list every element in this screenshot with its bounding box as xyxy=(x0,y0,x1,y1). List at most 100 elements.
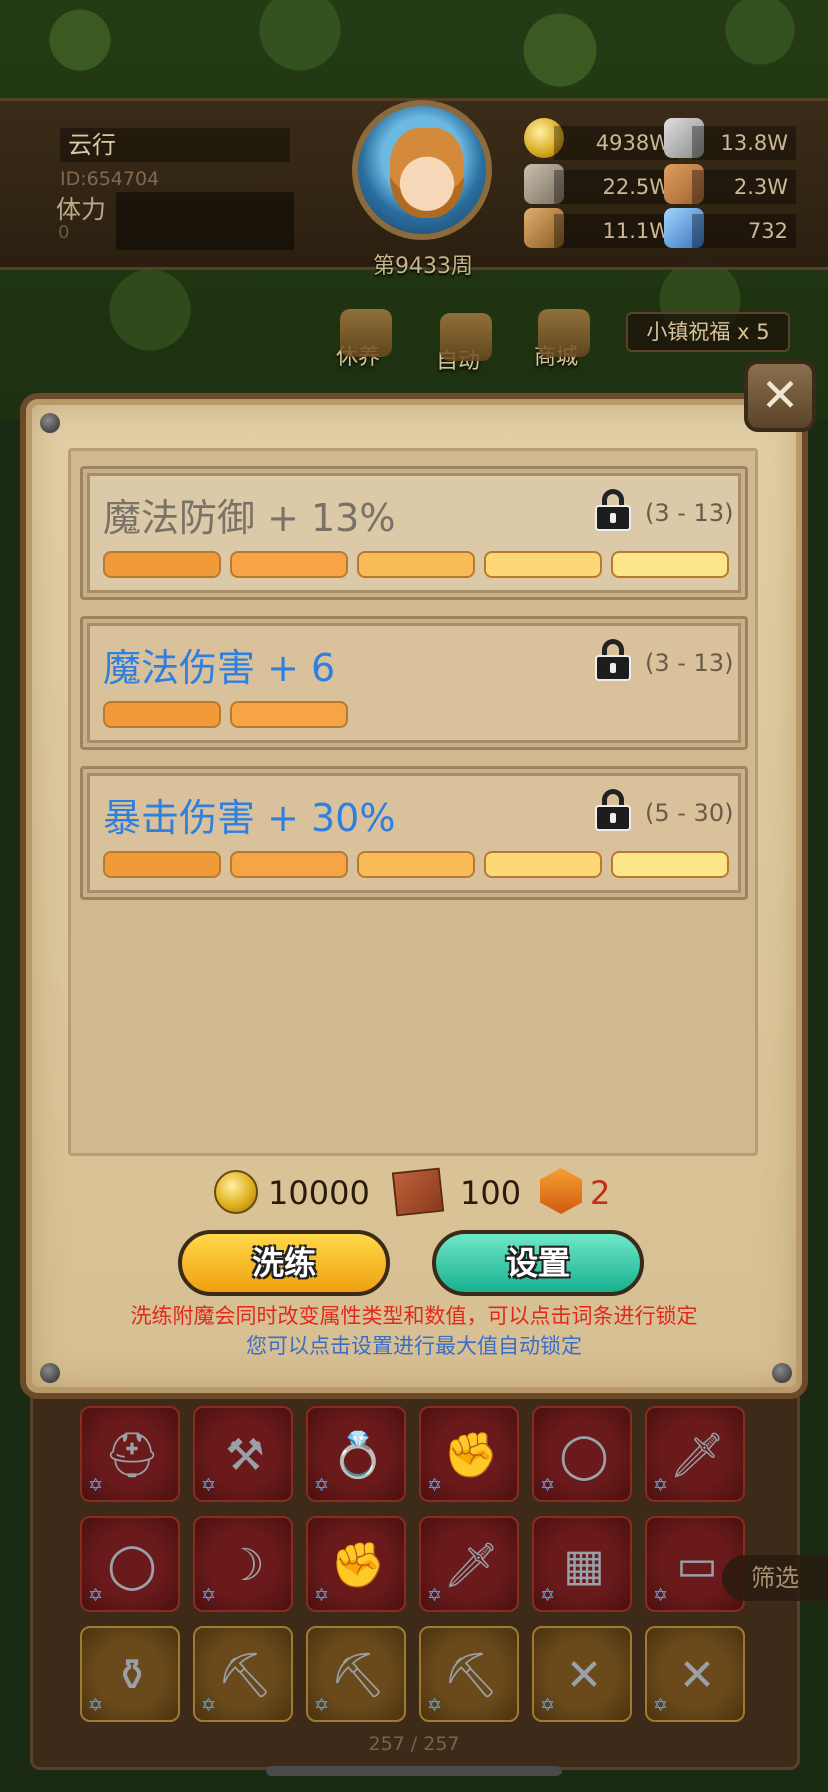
lock-icon[interactable] xyxy=(595,639,631,681)
stamina-label: 体力 xyxy=(56,195,107,224)
level-bar-segment xyxy=(103,701,221,728)
gem-icon xyxy=(540,1168,582,1214)
inventory-slot[interactable]: ✊ ✡ xyxy=(419,1406,519,1502)
crossed-blades-icon: ✕ xyxy=(565,1650,603,1701)
scythe-icon: ☽ xyxy=(225,1540,265,1591)
refine-hint-warning: 洗练附魔会同时改变属性类型和数值，可以点击词条进行锁定 xyxy=(130,1304,698,1328)
star-badge-icon: ✡ xyxy=(540,1475,556,1496)
dagger-icon: 🗡 xyxy=(669,1430,725,1481)
attribute-level-bars xyxy=(103,701,733,731)
resource-value: 22.5W xyxy=(554,170,678,204)
star-badge-icon: ✡ xyxy=(201,1585,217,1606)
level-bar-segment xyxy=(484,851,602,878)
filter-button[interactable]: 筛选 xyxy=(722,1555,828,1601)
inventory-slot[interactable]: ◯ ✡ xyxy=(532,1406,632,1502)
resource-value: 13.8W xyxy=(692,126,796,160)
crossed-blades-icon: ✕ xyxy=(678,1650,716,1701)
level-bar-segment xyxy=(230,851,348,878)
star-badge-icon: ✡ xyxy=(314,1475,330,1496)
attribute-range: (5 - 30) xyxy=(645,799,734,827)
inventory-slot[interactable]: ▦ ✡ xyxy=(532,1516,632,1612)
rivet-icon xyxy=(772,1363,792,1383)
attribute-card-0[interactable]: 魔法防御 + 13% (3 - 13) xyxy=(80,466,748,600)
star-badge-icon: ✡ xyxy=(201,1695,217,1716)
bracer-icon: ▭ xyxy=(676,1540,718,1591)
town-blessing-badge[interactable]: 小镇祝福 x 5 xyxy=(626,312,790,352)
resource-value: 11.1W xyxy=(554,214,678,248)
close-button[interactable]: ✕ xyxy=(744,360,816,432)
player-id: ID:654704 xyxy=(60,168,160,190)
inventory-page-count: 257 / 257 xyxy=(368,1733,460,1755)
refine-button[interactable]: 洗练 xyxy=(178,1230,390,1296)
inventory-slot[interactable]: ✊ ✡ xyxy=(306,1516,406,1612)
level-bar-segment xyxy=(230,551,348,578)
spellbook-icon: ▦ xyxy=(563,1540,605,1591)
level-bar-segment xyxy=(357,551,475,578)
scroll-icon xyxy=(391,1167,445,1217)
star-badge-icon: ✡ xyxy=(427,1695,443,1716)
attribute-card-1[interactable]: 魔法伤害 + 6 (3 - 13) xyxy=(80,616,748,750)
auto-icon xyxy=(440,313,492,361)
level-bar-segment xyxy=(484,551,602,578)
scroll-cost: 100 xyxy=(460,1174,522,1212)
star-badge-icon: ✡ xyxy=(314,1585,330,1606)
pickaxe-icon: ⛏ xyxy=(443,1650,499,1701)
inventory-slot[interactable]: ✕ ✡ xyxy=(532,1626,632,1722)
inventory-slot[interactable]: ⛏ ✡ xyxy=(419,1626,519,1722)
level-bar-segment xyxy=(230,701,348,728)
inventory-slot[interactable]: ⛑ ✡ xyxy=(80,1406,180,1502)
inventory-slot[interactable]: 🗡 ✡ xyxy=(419,1516,519,1612)
inventory-slot[interactable]: ⛏ ✡ xyxy=(306,1626,406,1722)
resource-value: 732 xyxy=(692,214,796,248)
menu-auto[interactable]: 自动 xyxy=(436,313,492,375)
refine-cost-row: 10000 100 2 xyxy=(0,1167,828,1218)
star-badge-icon: ✡ xyxy=(653,1695,669,1716)
pickaxe-icon: ⛏ xyxy=(330,1650,386,1701)
inventory-slot[interactable]: 🗡 ✡ xyxy=(645,1406,745,1502)
home-indicator[interactable] xyxy=(266,1766,562,1776)
rivet-icon xyxy=(40,413,60,433)
week-label: 第9433周 xyxy=(373,254,473,279)
refine-hint-info: 您可以点击设置进行最大值自动锁定 xyxy=(246,1334,582,1358)
inventory-slot[interactable]: ⛏ ✡ xyxy=(193,1626,293,1722)
star-badge-icon: ✡ xyxy=(314,1695,330,1716)
hero-portrait-icon xyxy=(390,128,464,218)
star-badge-icon: ✡ xyxy=(540,1585,556,1606)
star-badge-icon: ✡ xyxy=(653,1585,669,1606)
ring-icon: ◯ xyxy=(559,1430,609,1481)
star-badge-icon: ✡ xyxy=(427,1585,443,1606)
star-badge-icon: ✡ xyxy=(88,1475,104,1496)
star-badge-icon: ✡ xyxy=(427,1475,443,1496)
player-name: 云行 xyxy=(60,128,290,162)
gold-cost: 10000 xyxy=(268,1174,370,1212)
crossed-swords-icon: ✕ xyxy=(760,368,800,422)
lock-icon[interactable] xyxy=(595,789,631,831)
inventory-slot[interactable]: ◯ ✡ xyxy=(80,1516,180,1612)
star-badge-icon: ✡ xyxy=(88,1585,104,1606)
settings-button[interactable]: 设置 xyxy=(432,1230,644,1296)
attribute-range: (3 - 13) xyxy=(645,499,734,527)
gauntlet-icon: ✊ xyxy=(330,1540,386,1591)
menu-rest[interactable]: 休养 xyxy=(336,309,392,371)
rest-icon xyxy=(340,309,392,357)
level-bar-segment xyxy=(103,551,221,578)
gem-ring-icon: 💍 xyxy=(330,1430,386,1481)
inventory-slot[interactable]: ☽ ✡ xyxy=(193,1516,293,1612)
player-info: 云行 ID:654704 体力 0 ⚡⚡⚡⚡⚡ ⚡⚡⚡⚡⚡ xyxy=(50,122,294,250)
inventory-slot[interactable]: 💍 ✡ xyxy=(306,1406,406,1502)
inventory-slot[interactable]: ✕ ✡ xyxy=(645,1626,745,1722)
inventory-slot[interactable]: ⚒ ✡ xyxy=(193,1406,293,1502)
level-bar-segment xyxy=(357,851,475,878)
menu-shop[interactable]: 商城 xyxy=(534,309,590,371)
lock-icon[interactable] xyxy=(595,489,631,531)
star-badge-icon: ✡ xyxy=(653,1475,669,1496)
star-badge-icon: ✡ xyxy=(540,1695,556,1716)
stamina-bolts-icon: ⚡⚡⚡⚡⚡ ⚡⚡⚡⚡⚡ xyxy=(116,192,294,250)
player-avatar[interactable] xyxy=(352,100,492,240)
inventory-slot[interactable]: ⚱ ✡ xyxy=(80,1626,180,1722)
gold-coin-icon xyxy=(214,1170,258,1214)
star-badge-icon: ✡ xyxy=(88,1695,104,1716)
attribute-range: (3 - 13) xyxy=(645,649,734,677)
attribute-card-2[interactable]: 暴击伤害 + 30% (5 - 30) xyxy=(80,766,748,900)
rivet-icon xyxy=(40,1363,60,1383)
